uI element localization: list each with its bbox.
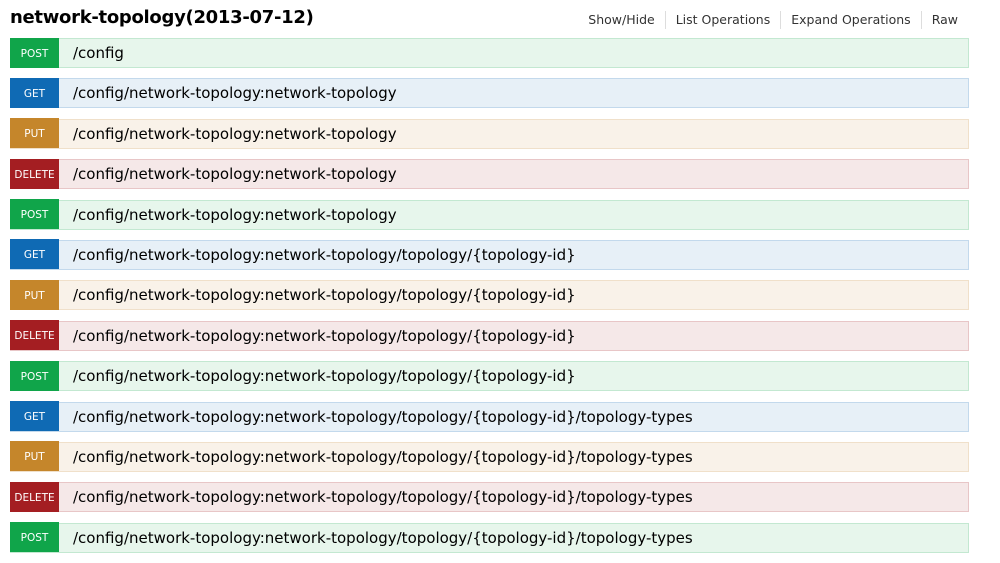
endpoint-path[interactable]: /config/network-topology:network-topolog… <box>73 84 397 102</box>
method-badge[interactable]: POST <box>10 199 59 230</box>
resource-title[interactable]: network-topology(2013-07-12) <box>10 6 314 30</box>
endpoint-row[interactable]: DELETE /config/network-topology:network-… <box>10 158 969 190</box>
method-badge[interactable]: POST <box>10 522 59 553</box>
resource-actions: Show/Hide List Operations Expand Operati… <box>578 11 968 29</box>
endpoint-path[interactable]: /config/network-topology:network-topolog… <box>73 206 397 224</box>
endpoint-path[interactable]: /config/network-topology:network-topolog… <box>73 529 693 547</box>
method-badge[interactable]: POST <box>10 360 59 391</box>
method-badge[interactable]: GET <box>10 239 59 270</box>
method-badge[interactable]: PUT <box>10 118 59 149</box>
method-badge[interactable]: GET <box>10 401 59 432</box>
endpoint-path[interactable]: /config/network-topology:network-topolog… <box>73 367 576 385</box>
endpoint-row[interactable]: POST /config/network-topology:network-to… <box>10 522 969 553</box>
list-operations-link[interactable]: List Operations <box>666 11 782 29</box>
endpoint-path[interactable]: /config/network-topology:network-topolog… <box>73 165 397 183</box>
endpoint-path[interactable]: /config/network-topology:network-topolog… <box>73 246 576 264</box>
endpoint-row[interactable]: PUT /config/network-topology:network-top… <box>10 118 969 149</box>
endpoint-row[interactable]: GET /config/network-topology:network-top… <box>10 401 969 432</box>
endpoint-path[interactable]: /config <box>73 44 124 62</box>
endpoint-list: POST /config GET /config/network-topolog… <box>10 37 969 563</box>
endpoint-row[interactable]: PUT /config/network-topology:network-top… <box>10 279 969 311</box>
raw-link[interactable]: Raw <box>922 11 968 29</box>
endpoint-path[interactable]: /config/network-topology:network-topolog… <box>73 286 576 304</box>
method-badge[interactable]: DELETE <box>10 481 59 512</box>
method-badge[interactable]: PUT <box>10 441 59 472</box>
expand-operations-link[interactable]: Expand Operations <box>781 11 922 29</box>
endpoint-row[interactable]: GET /config/network-topology:network-top… <box>10 77 969 109</box>
endpoint-path[interactable]: /config/network-topology:network-topolog… <box>73 327 576 345</box>
endpoint-row[interactable]: GET /config/network-topology:network-top… <box>10 239 969 270</box>
endpoint-path[interactable]: /config/network-topology:network-topolog… <box>73 448 693 466</box>
endpoint-row[interactable]: POST /config/network-topology:network-to… <box>10 360 969 392</box>
endpoint-path[interactable]: /config/network-topology:network-topolog… <box>73 125 397 143</box>
method-badge[interactable]: PUT <box>10 279 59 310</box>
endpoint-row[interactable]: POST /config <box>10 37 969 68</box>
method-badge[interactable]: GET <box>10 77 59 108</box>
show-hide-link[interactable]: Show/Hide <box>578 11 666 29</box>
method-badge[interactable]: DELETE <box>10 320 59 351</box>
endpoint-row[interactable]: DELETE /config/network-topology:network-… <box>10 481 969 513</box>
endpoint-row[interactable]: DELETE /config/network-topology:network-… <box>10 320 969 351</box>
endpoint-row[interactable]: POST /config/network-topology:network-to… <box>10 199 969 230</box>
method-badge[interactable]: POST <box>10 37 59 68</box>
method-badge[interactable]: DELETE <box>10 158 59 189</box>
endpoint-path[interactable]: /config/network-topology:network-topolog… <box>73 408 693 426</box>
resource-header: network-topology(2013-07-12) Show/Hide L… <box>10 6 968 34</box>
endpoint-row[interactable]: PUT /config/network-topology:network-top… <box>10 441 969 472</box>
endpoint-path[interactable]: /config/network-topology:network-topolog… <box>73 488 693 506</box>
